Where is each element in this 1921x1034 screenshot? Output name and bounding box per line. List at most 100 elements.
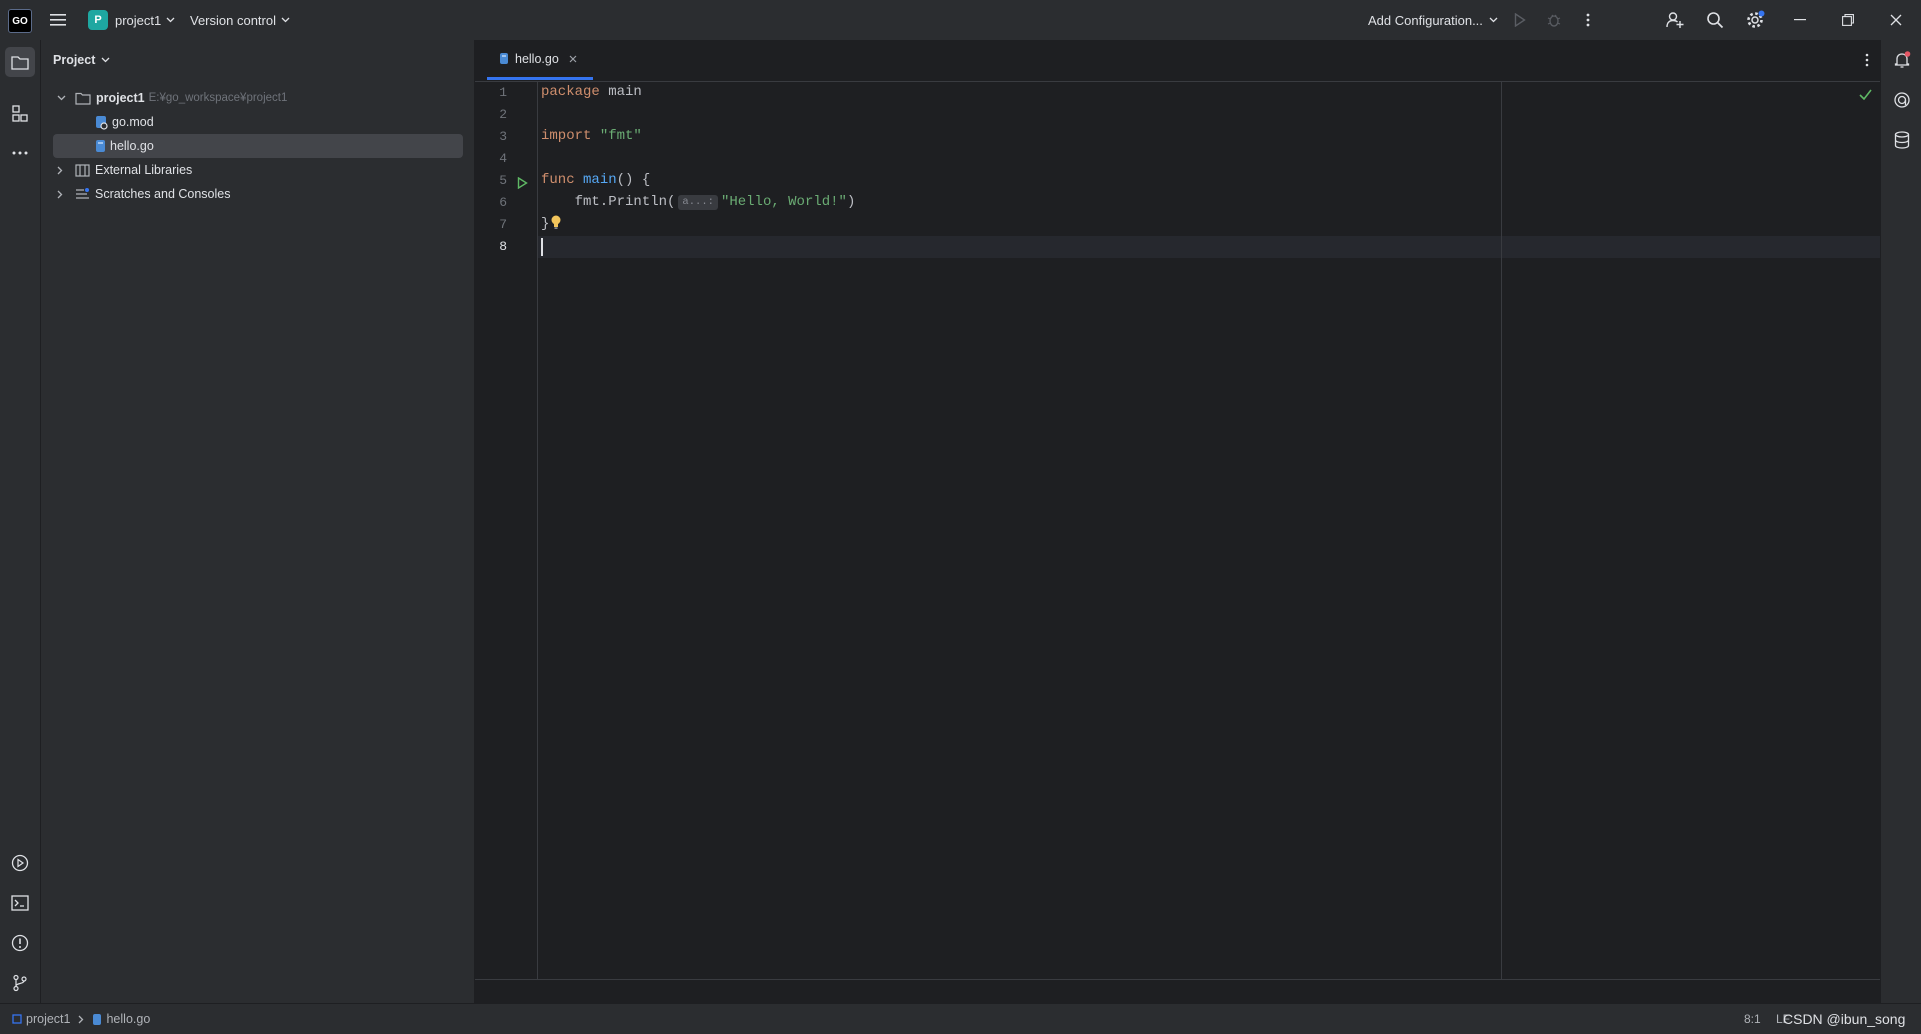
punctuation: () { [616, 172, 651, 188]
chevron-right-icon[interactable] [57, 190, 73, 199]
editor-more-icon[interactable] [1857, 50, 1877, 70]
keyword: func [541, 172, 575, 188]
run-gutter-icon[interactable] [514, 175, 530, 191]
code-line-5: func main() { [541, 172, 650, 188]
tree-item-go-mod[interactable]: go.mod [53, 110, 463, 134]
go-mod-file-icon [95, 115, 108, 130]
project-panel-title: Project [53, 53, 96, 67]
more-actions-icon[interactable] [1578, 10, 1598, 30]
tab-label: hello.go [515, 51, 559, 66]
tree-item-hello-go[interactable]: hello.go [53, 134, 463, 158]
services-icon[interactable] [7, 850, 33, 876]
chevron-down-icon[interactable] [57, 95, 73, 101]
right-tool-window-bar [1880, 40, 1921, 1003]
cursor-position[interactable]: 8:1 [1744, 1004, 1761, 1034]
project-tool-icon[interactable] [5, 47, 35, 77]
structure-tool-icon[interactable] [7, 101, 33, 127]
module-icon [12, 1014, 22, 1024]
git-icon[interactable] [7, 970, 33, 996]
tree-item-project-root[interactable]: project1 E:¥go_workspace¥project1 [53, 86, 463, 110]
tree-item-external-libraries[interactable]: External Libraries [53, 158, 463, 182]
code-line-6: fmt.Println(a...: "Hello, World!") [541, 194, 855, 210]
string-literal: "Hello, World!" [720, 194, 847, 210]
left-tool-window-bar [0, 40, 41, 1003]
folder-icon [75, 92, 91, 105]
line-number: 2 [499, 107, 507, 122]
close-tab-icon[interactable] [569, 55, 577, 63]
go-file-icon [95, 139, 106, 153]
database-icon[interactable] [1890, 128, 1914, 152]
breadcrumb-project[interactable]: project1 [26, 1012, 70, 1026]
tree-item-label: Scratches and Consoles [95, 187, 231, 201]
line-number: 7 [499, 217, 507, 232]
editor-tab-bar: hello.go [475, 40, 1880, 82]
project-badge: P [88, 10, 108, 30]
title-bar: GO P project1 Version control Add Config… [0, 0, 1921, 41]
project-name: project1 [115, 12, 162, 28]
run-icon[interactable] [1510, 10, 1530, 30]
go-file-icon [499, 52, 509, 65]
chevron-down-icon [1489, 17, 1498, 23]
more-tools-icon[interactable] [7, 140, 33, 166]
function-name: main [574, 172, 617, 188]
watermark: CSDN @ibun_song [1783, 1011, 1906, 1027]
search-icon[interactable] [1704, 9, 1726, 31]
code-line-3: import "fmt" [541, 128, 642, 144]
main-menu-icon[interactable] [46, 10, 70, 30]
version-control-label: Version control [190, 12, 276, 28]
chevron-down-icon [166, 17, 175, 23]
text-caret [541, 238, 543, 256]
string-literal: "fmt" [591, 128, 642, 144]
right-margin-guide [1501, 82, 1502, 980]
editor-bottom-border [475, 979, 1880, 980]
version-control-menu[interactable]: Version control [190, 0, 290, 40]
close-icon[interactable] [1886, 10, 1906, 30]
scratches-icon [75, 187, 90, 201]
keyword: package [541, 84, 600, 100]
app-logo-icon: GO [8, 9, 32, 33]
code-line-7: } [541, 216, 549, 232]
terminal-icon[interactable] [7, 890, 33, 916]
run-configuration-selector[interactable]: Add Configuration... [1368, 0, 1498, 40]
tree-item-label: hello.go [110, 139, 154, 153]
run-config-label: Add Configuration... [1368, 12, 1483, 28]
project-root-name: project1 [96, 91, 145, 105]
ai-assistant-icon[interactable] [1890, 88, 1914, 112]
current-line-highlight [538, 236, 1880, 258]
line-number-current: 8 [499, 239, 507, 254]
status-bar: project1 hello.go 8:1 LF CSDN @ibun_song [0, 1003, 1921, 1034]
line-number: 5 [499, 173, 507, 188]
go-file-icon [92, 1013, 102, 1026]
inspection-ok-checkmark-icon[interactable] [1857, 86, 1873, 102]
line-number: 1 [499, 85, 507, 100]
restore-icon[interactable] [1838, 10, 1858, 30]
code-editor[interactable] [475, 82, 1880, 980]
minimize-icon[interactable] [1790, 10, 1810, 30]
problems-icon[interactable] [7, 930, 33, 956]
chevron-down-icon [101, 57, 110, 63]
editor-gutter: 1 2 3 4 5 6 7 8 [475, 82, 538, 980]
code-with-me-icon[interactable] [1664, 9, 1686, 31]
keyword: import [541, 128, 592, 144]
breadcrumb-file[interactable]: hello.go [106, 1012, 150, 1026]
notifications-icon[interactable] [1890, 48, 1914, 72]
lightbulb-icon[interactable] [550, 214, 562, 230]
tab-hello-go[interactable]: hello.go [487, 40, 593, 80]
identifier: main [599, 84, 642, 100]
settings-icon[interactable] [1744, 9, 1766, 31]
chevron-right-icon[interactable] [57, 166, 73, 175]
line-number: 3 [499, 129, 507, 144]
project-switcher[interactable]: P project1 [88, 0, 175, 40]
line-number: 6 [499, 195, 507, 210]
chevron-right-icon [78, 1015, 84, 1024]
tree-item-scratches[interactable]: Scratches and Consoles [53, 182, 463, 206]
project-panel: Project project1 E:¥go_workspace¥project… [41, 40, 475, 1003]
project-panel-header[interactable]: Project [53, 53, 110, 67]
code-line-1: package main [541, 84, 642, 100]
library-icon [75, 163, 90, 177]
debug-icon[interactable] [1544, 10, 1564, 30]
tree-item-label: External Libraries [95, 163, 193, 177]
punctuation: } [541, 216, 550, 232]
punctuation: ) [846, 194, 856, 210]
parameter-hint: a...: [678, 195, 718, 210]
